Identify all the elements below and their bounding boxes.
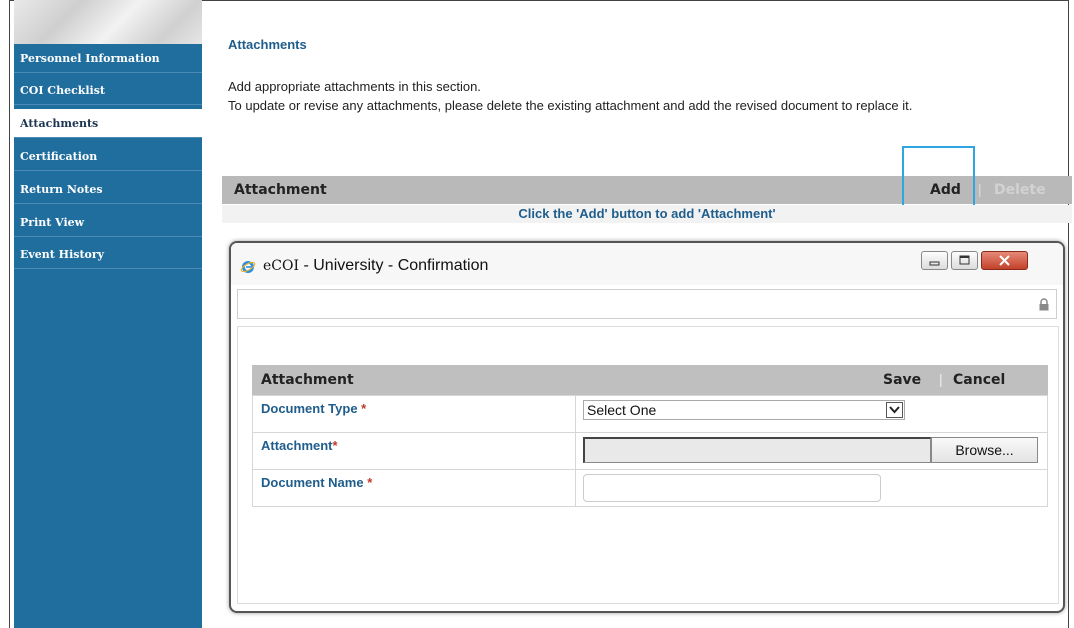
attachment-cell: Browse... [575, 432, 1048, 470]
popup-titlebar: eCOI - University - Confirmation [231, 243, 1063, 285]
document-name-label: Document Name * [252, 469, 576, 507]
popup-title-brand: eCOI [263, 258, 300, 274]
attachment-form-table: Document Type * Select One Attachment* B… [252, 395, 1048, 507]
attachment-form-header: Attachment Save | Cancel [252, 365, 1048, 395]
minimize-button[interactable] [921, 251, 948, 270]
document-type-select[interactable]: Select One [583, 400, 905, 420]
maximize-icon [959, 255, 970, 265]
required-marker: * [357, 401, 367, 416]
close-icon [999, 255, 1010, 266]
popup-title-text: - University - Confirmation [299, 257, 489, 274]
popup-content: Attachment Save | Cancel Document Type *… [237, 326, 1059, 604]
document-type-selected-value: Select One [587, 402, 657, 418]
address-bar[interactable] [237, 289, 1057, 319]
sidebar: Personnel Information COI Checklist Atta… [14, 0, 202, 628]
form-row-attachment: Attachment* Browse... [252, 432, 1048, 470]
sidebar-item-event-history[interactable]: Event History [14, 240, 202, 269]
delete-button[interactable]: Delete [994, 182, 1046, 198]
sidebar-item-return-notes[interactable]: Return Notes [14, 175, 202, 204]
required-marker: * [332, 438, 338, 453]
confirmation-popup-window: eCOI - University - Confirmation Attachm… [229, 241, 1065, 613]
document-name-input[interactable] [583, 474, 881, 502]
document-type-cell: Select One [575, 395, 1048, 433]
separator: | [978, 181, 982, 197]
field-label: Document Name [261, 475, 364, 490]
close-button[interactable] [981, 251, 1028, 270]
popup-window-title: eCOI - University - Confirmation [263, 257, 488, 275]
sidebar-item-certification[interactable]: Certification [14, 142, 202, 171]
cancel-button[interactable]: Cancel [953, 372, 1005, 388]
sidebar-item-personnel-information[interactable]: Personnel Information [14, 44, 202, 73]
file-path-input[interactable] [583, 437, 931, 463]
chevron-down-icon[interactable] [886, 402, 903, 418]
sidebar-item-print-view[interactable]: Print View [14, 208, 202, 237]
form-row-document-name: Document Name * [252, 469, 1048, 507]
instruction-text: Add appropriate attachments in this sect… [228, 79, 481, 94]
sidebar-item-coi-checklist[interactable]: COI Checklist [14, 76, 202, 105]
field-label: Attachment [261, 438, 333, 453]
field-label: Document Type [261, 401, 358, 416]
file-upload-field: Browse... [583, 437, 1038, 463]
instruction-text-revise: To update or revise any attachments, ple… [228, 98, 913, 113]
attachment-form-title: Attachment [261, 372, 354, 388]
document-name-cell [575, 469, 1048, 507]
empty-attachments-hint: Click the 'Add' button to add 'Attachmen… [222, 205, 1072, 223]
minimize-icon [929, 261, 940, 266]
separator: | [939, 371, 943, 387]
maximize-button[interactable] [951, 251, 978, 270]
profile-photo [14, 0, 202, 44]
internet-explorer-icon [240, 261, 256, 273]
page-title: Attachments [228, 37, 307, 52]
save-button[interactable]: Save [883, 372, 921, 388]
document-type-label: Document Type * [252, 395, 576, 433]
attachment-label: Attachment* [252, 432, 576, 470]
required-marker: * [363, 475, 373, 490]
form-row-document-type: Document Type * Select One [252, 395, 1048, 433]
sidebar-item-attachments[interactable]: Attachments [14, 109, 202, 138]
add-button-highlight [902, 146, 975, 211]
attachment-header-title: Attachment [234, 182, 327, 198]
lock-icon [1039, 298, 1049, 311]
browse-button[interactable]: Browse... [931, 437, 1038, 463]
